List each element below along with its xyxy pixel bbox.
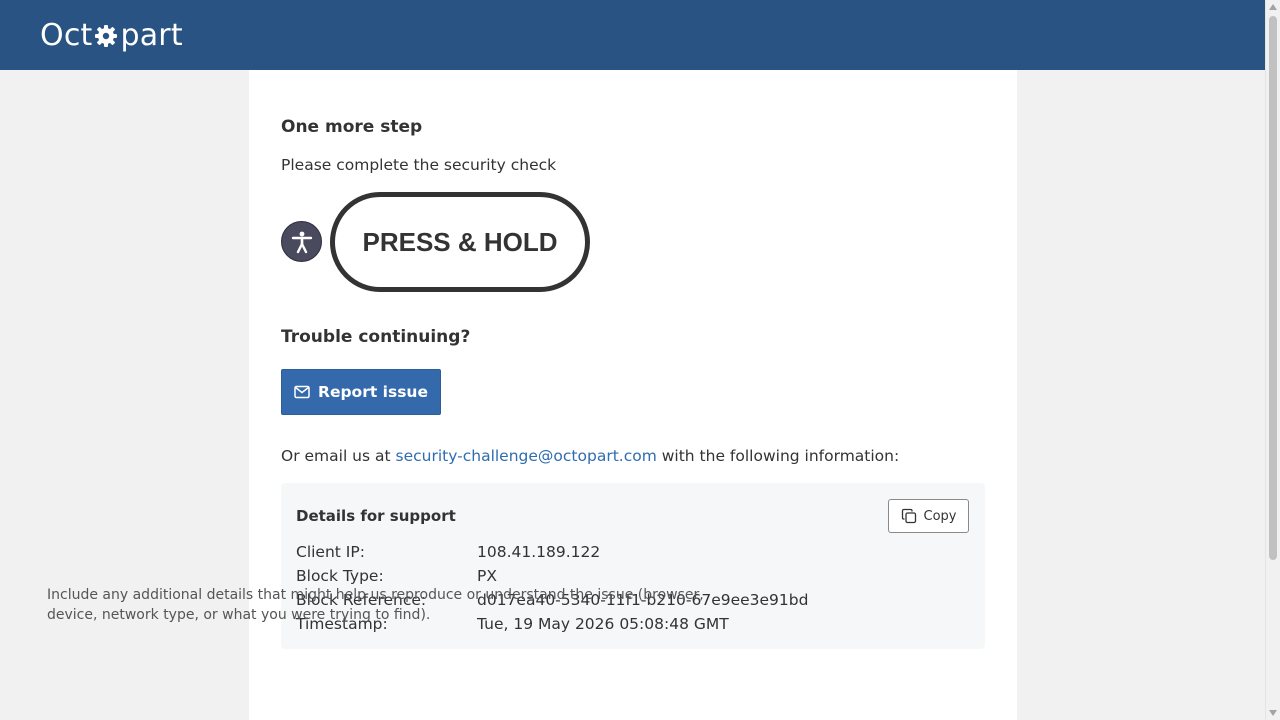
gear-icon — [95, 25, 118, 47]
accessibility-button[interactable] — [281, 221, 322, 262]
support-email-link[interactable]: security-challenge@octopart.com — [396, 447, 657, 465]
additional-details-note: Include any additional details that migh… — [47, 587, 704, 623]
email-prefix: Or email us at — [281, 447, 391, 465]
copy-label: Copy — [923, 508, 957, 524]
support-details-title: Details for support — [296, 507, 456, 525]
logo-text-start: Oct — [40, 17, 93, 53]
site-header: Oct part — [0, 0, 1265, 70]
detail-label: Client IP: — [296, 543, 365, 561]
press-and-hold-button[interactable]: PRESS & HOLD — [330, 192, 590, 292]
octopart-logo[interactable]: Oct part — [40, 12, 183, 58]
scrollbar-thumb[interactable] — [1269, 16, 1277, 560]
report-issue-label: Report issue — [318, 383, 428, 401]
mail-icon — [294, 385, 310, 399]
email-suffix: with the following information: — [661, 447, 900, 465]
page-title: One more step — [281, 117, 423, 137]
scroll-up-arrow-icon[interactable] — [1269, 4, 1277, 10]
detail-label: Block Type: — [296, 567, 384, 585]
trouble-heading: Trouble continuing? — [281, 327, 471, 347]
page-scrollbar[interactable] — [1265, 0, 1280, 720]
email-instructions: Or email us at security-challenge@octopa… — [281, 447, 899, 465]
logo-text-end: part — [120, 17, 183, 53]
accessibility-icon — [291, 231, 312, 253]
report-issue-button[interactable]: Report issue — [281, 369, 441, 415]
detail-value: 108.41.189.122 — [477, 543, 601, 561]
copy-button[interactable]: Copy — [888, 499, 969, 533]
copy-icon — [901, 508, 916, 524]
detail-value: PX — [477, 567, 497, 585]
scroll-down-arrow-icon[interactable] — [1269, 710, 1277, 716]
detail-row-client-ip: Client IP: 108.41.189.122 — [296, 540, 808, 564]
security-check-text: Please complete the security check — [281, 156, 557, 174]
